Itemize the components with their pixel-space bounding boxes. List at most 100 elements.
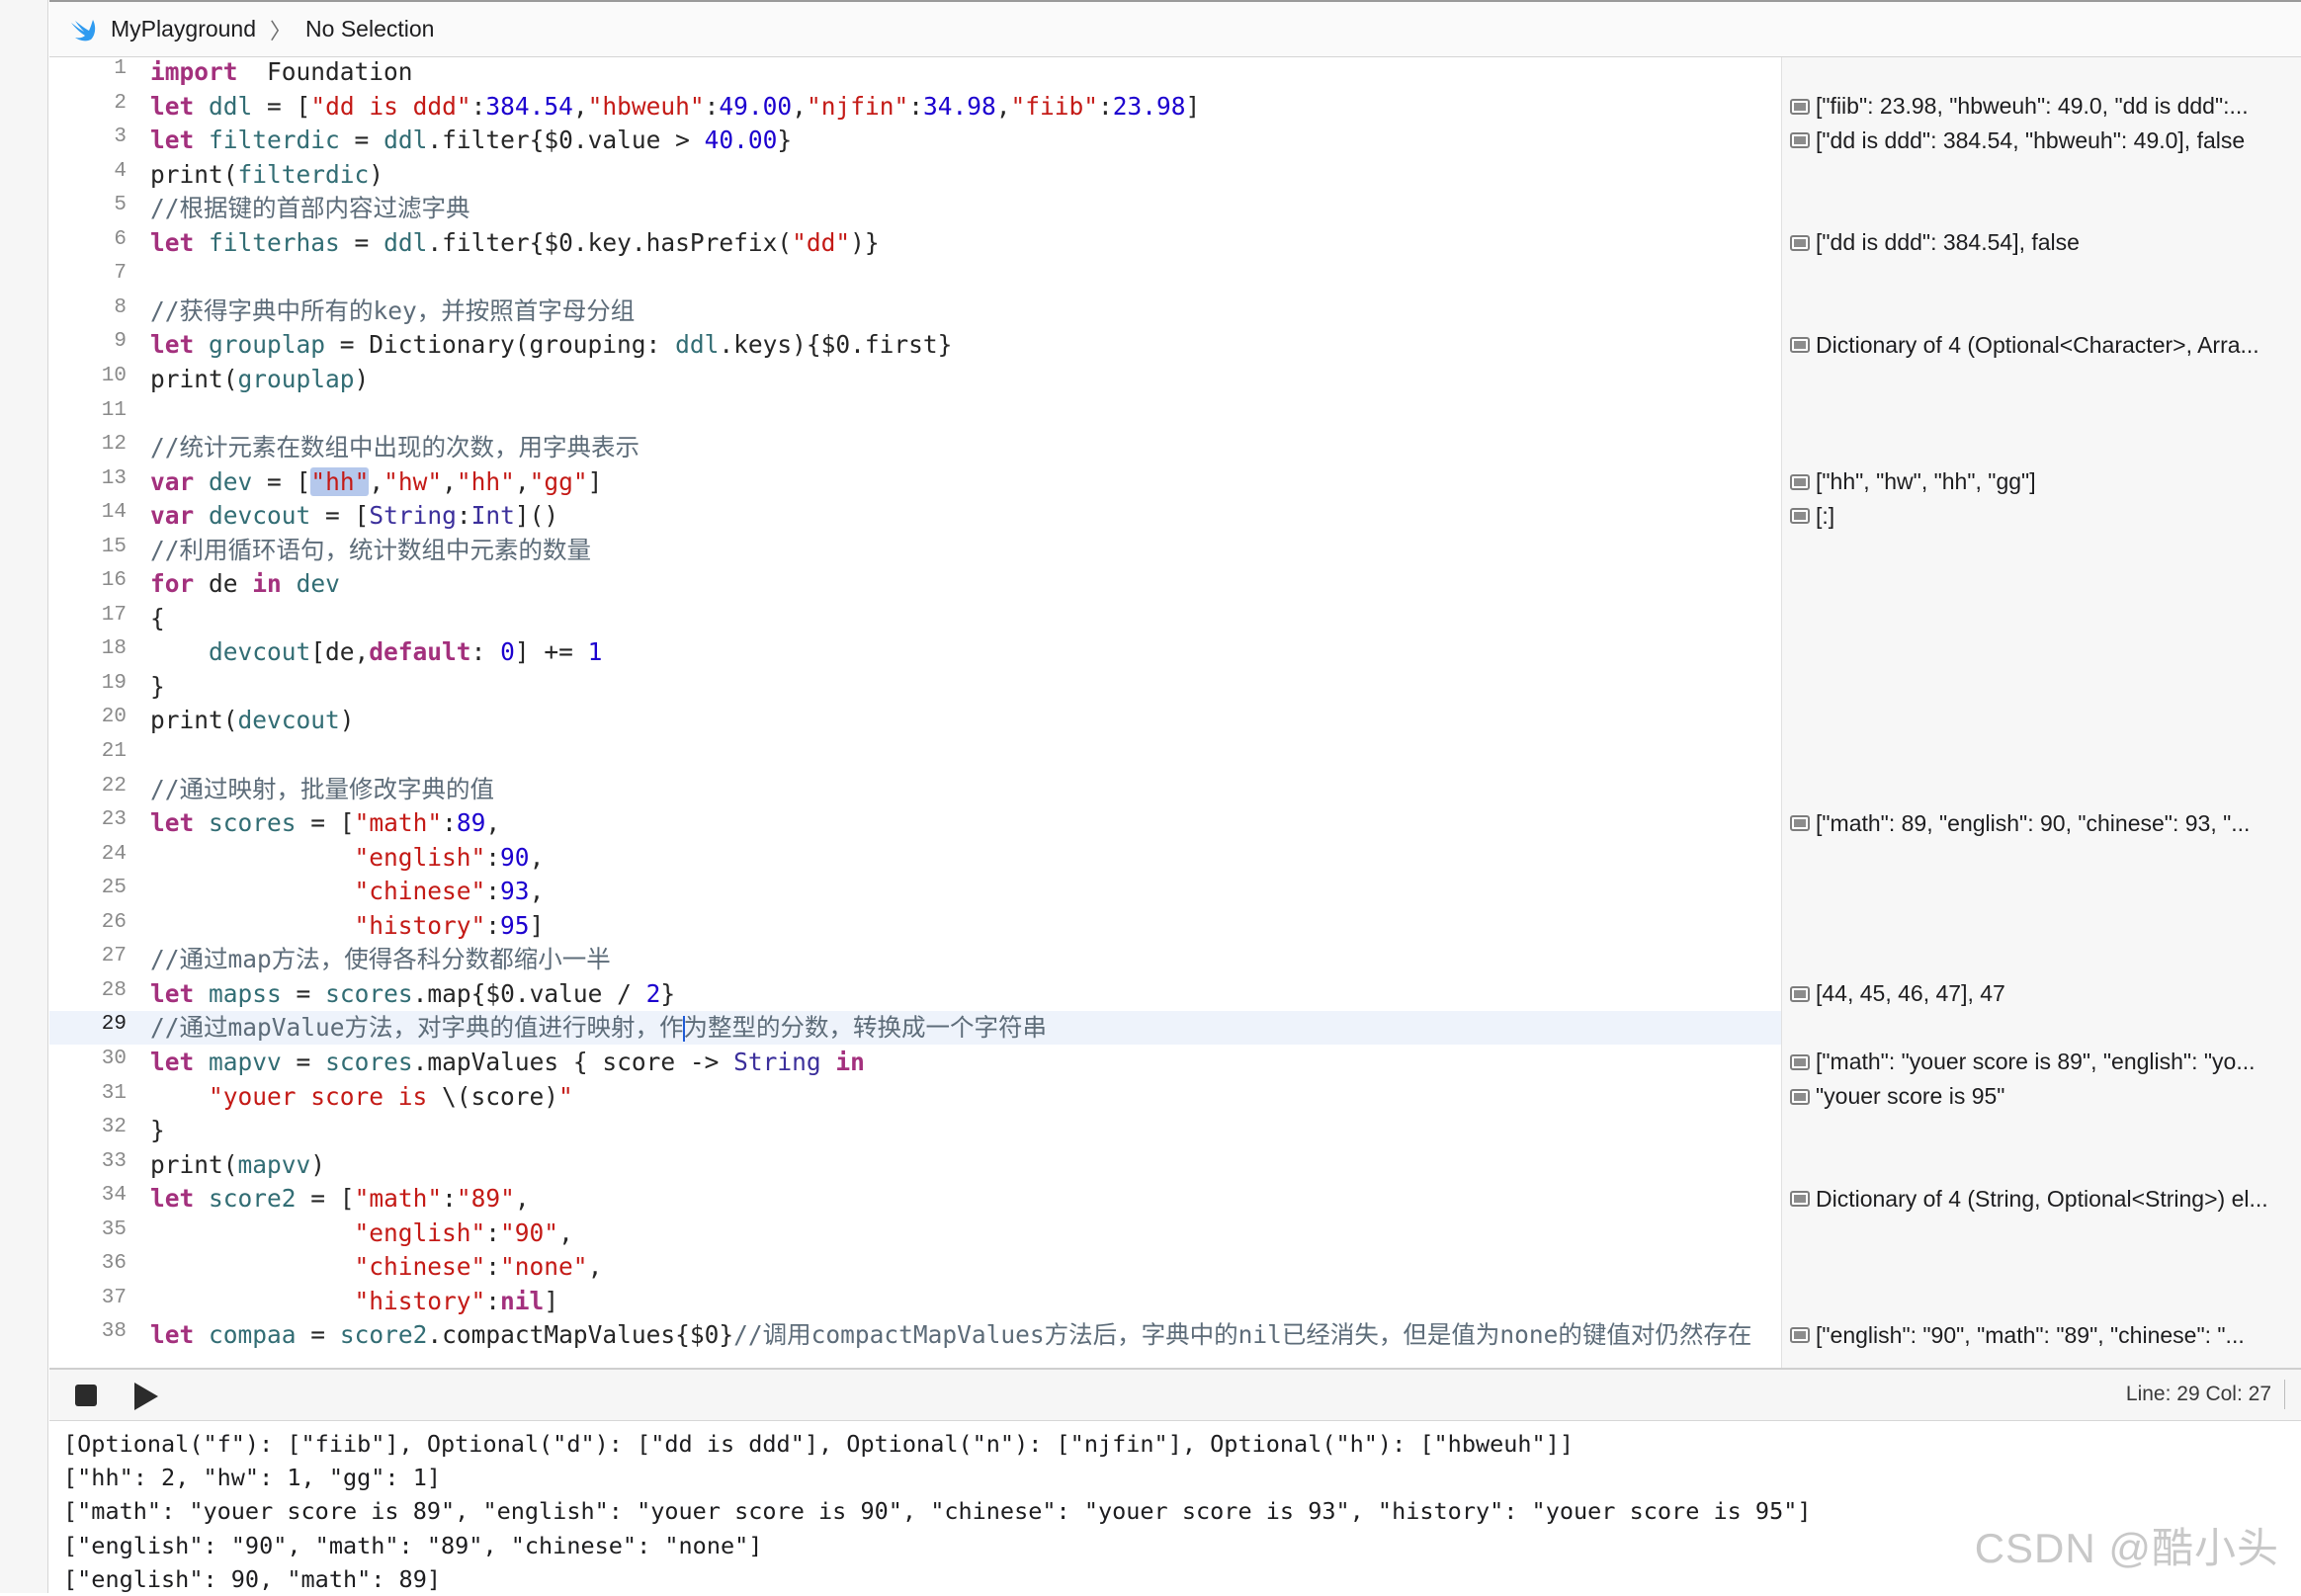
result-item[interactable]: [44, 45, 46, 47], 47 bbox=[1790, 977, 2301, 1011]
code-line[interactable]: 21 bbox=[49, 738, 1781, 772]
selection-crumb[interactable]: No Selection bbox=[305, 16, 434, 42]
code-text[interactable]: print(filterdic) bbox=[150, 158, 384, 192]
code-text[interactable]: "chinese":93, bbox=[150, 875, 545, 908]
code-text[interactable]: for de in dev bbox=[150, 567, 340, 601]
code-text[interactable]: "english":90, bbox=[150, 841, 545, 875]
result-item[interactable]: Dictionary of 4 (Optional<Character>, Ar… bbox=[1790, 328, 2301, 362]
code-text[interactable]: //根据键的首部内容过滤字典 bbox=[150, 192, 470, 225]
stop-button[interactable] bbox=[75, 1385, 97, 1406]
code-text[interactable]: let ddl = ["dd is ddd":384.54,"hbweuh":4… bbox=[150, 90, 1200, 124]
code-text[interactable]: "history":nil] bbox=[150, 1285, 559, 1318]
code-text[interactable]: let mapvv = scores.mapValues { score -> … bbox=[150, 1046, 865, 1079]
code-text[interactable]: let scores = ["math":89, bbox=[150, 806, 500, 840]
code-text[interactable]: //通过map方法，使得各科分数都缩小一半 bbox=[150, 943, 611, 976]
code-line[interactable]: 32} bbox=[49, 1114, 1781, 1147]
code-line[interactable]: 16 for de in dev bbox=[49, 567, 1781, 601]
code-line[interactable]: 25 "chinese":93, bbox=[49, 875, 1781, 908]
code-line[interactable]: 35 "english":"90", bbox=[49, 1217, 1781, 1250]
code-line[interactable]: 38 let compaa = score2.compactMapValues{$… bbox=[49, 1318, 1781, 1352]
quick-look-icon[interactable] bbox=[1790, 1327, 1810, 1344]
code-line[interactable]: 19} bbox=[49, 670, 1781, 704]
code-line[interactable]: 13 var dev = ["hh","hw","hh","gg"] bbox=[49, 465, 1781, 499]
code-text[interactable]: print(mapvv) bbox=[150, 1148, 325, 1182]
code-text[interactable]: print(devcout) bbox=[150, 704, 355, 737]
code-line[interactable]: 5 //根据键的首部内容过滤字典 bbox=[49, 192, 1781, 225]
code-text[interactable]: devcout[de,default: 0] += 1 bbox=[150, 635, 602, 669]
quick-look-icon[interactable] bbox=[1790, 473, 1810, 490]
code-text[interactable]: let filterdic = ddl.filter{$0.value > 40… bbox=[150, 124, 792, 157]
quick-look-icon[interactable] bbox=[1790, 1088, 1810, 1105]
code-line[interactable]: 28 let mapss = scores.map{$0.value / 2} bbox=[49, 977, 1781, 1011]
code-text[interactable]: let score2 = ["math":"89", bbox=[150, 1182, 530, 1216]
run-button[interactable] bbox=[134, 1383, 158, 1410]
code-line[interactable]: 10 print(grouplap) bbox=[49, 363, 1781, 396]
result-item[interactable]: ["fiib": 23.98, "hbweuh": 49.0, "dd is d… bbox=[1790, 90, 2301, 124]
code-line[interactable]: 18 devcout[de,default: 0] += 1 bbox=[49, 635, 1781, 669]
code-text[interactable]: { bbox=[150, 602, 165, 635]
code-text[interactable]: "chinese":"none", bbox=[150, 1250, 603, 1284]
result-item[interactable]: ["dd is ddd": 384.54, "hbweuh": 49.0], f… bbox=[1790, 124, 2301, 157]
code-text[interactable]: import Foundation bbox=[150, 57, 413, 89]
result-item[interactable]: ["hh", "hw", "hh", "gg"] bbox=[1790, 465, 2301, 499]
code-line[interactable]: 33 print(mapvv) bbox=[49, 1148, 1781, 1182]
code-line[interactable]: 12 //统计元素在数组中出现的次数，用字典表示 bbox=[49, 431, 1781, 464]
code-text[interactable]: //通过mapValue方法，对字典的值进行映射，作为整型的分数，转换成一个字符… bbox=[150, 1011, 1047, 1045]
code-line[interactable]: 7 bbox=[49, 260, 1781, 294]
code-line[interactable]: 11 bbox=[49, 397, 1781, 431]
project-crumb[interactable]: MyPlayground bbox=[111, 16, 256, 42]
code-line[interactable]: 2 let ddl = ["dd is ddd":384.54,"hbweuh":… bbox=[49, 90, 1781, 124]
code-text[interactable]: //统计元素在数组中出现的次数，用字典表示 bbox=[150, 431, 639, 464]
result-item[interactable]: [:] bbox=[1790, 499, 2301, 533]
code-text[interactable]: let compaa = score2.compactMapValues{$0}… bbox=[150, 1318, 1751, 1352]
code-line[interactable]: 36 "chinese":"none", bbox=[49, 1250, 1781, 1284]
code-text[interactable]: //利用循环语句，统计数组中元素的数量 bbox=[150, 534, 591, 567]
code-line[interactable]: 1 import Foundation bbox=[49, 57, 1781, 89]
code-line[interactable]: 24 "english":90, bbox=[49, 841, 1781, 875]
code-text[interactable]: } bbox=[150, 1114, 165, 1147]
code-area[interactable]: 1 import Foundation 2 let ddl = ["dd is ddd… bbox=[49, 57, 1781, 1368]
code-text[interactable]: print(grouplap) bbox=[150, 363, 369, 396]
code-line[interactable]: 31 "youer score is \(score)" bbox=[49, 1080, 1781, 1114]
code-text[interactable]: var dev = ["hh","hw","hh","gg"] bbox=[150, 465, 602, 499]
code-text[interactable]: var devcout = [String:Int]() bbox=[150, 499, 558, 533]
code-text[interactable]: //通过映射，批量修改字典的值 bbox=[150, 773, 494, 806]
code-line[interactable]: 20 print(devcout) bbox=[49, 704, 1781, 737]
code-text[interactable]: //获得字典中所有的key，并按照首字母分组 bbox=[150, 294, 635, 328]
code-text[interactable]: let mapss = scores.map{$0.value / 2} bbox=[150, 977, 675, 1011]
code-line[interactable]: 23 let scores = ["math":89, bbox=[49, 806, 1781, 840]
code-line[interactable]: 15 //利用循环语句，统计数组中元素的数量 bbox=[49, 534, 1781, 567]
code-line[interactable]: 17 { bbox=[49, 602, 1781, 635]
code-line[interactable]: 6 let filterhas = ddl.filter{$0.key.hasPr… bbox=[49, 226, 1781, 260]
code-line[interactable]: 9 let grouplap = Dictionary(grouping: ddl… bbox=[49, 328, 1781, 362]
quick-look-icon[interactable] bbox=[1790, 815, 1810, 832]
code-line[interactable]: 37 "history":nil] bbox=[49, 1285, 1781, 1318]
console-output[interactable]: [Optional("f"): ["fiib"], Optional("d"):… bbox=[49, 1421, 2301, 1593]
code-editor[interactable]: 1 import Foundation 2 let ddl = ["dd is ddd… bbox=[49, 57, 2301, 1368]
quick-look-icon[interactable] bbox=[1790, 132, 1810, 149]
code-line[interactable]: 4 print(filterdic) bbox=[49, 158, 1781, 192]
quick-look-icon[interactable] bbox=[1790, 234, 1810, 251]
quick-look-icon[interactable] bbox=[1790, 985, 1810, 1002]
code-line[interactable]: 34 let score2 = ["math":"89", bbox=[49, 1182, 1781, 1216]
code-text[interactable]: let filterhas = ddl.filter{$0.key.hasPre… bbox=[150, 226, 880, 260]
quick-look-icon[interactable] bbox=[1790, 337, 1810, 354]
code-line[interactable]: 27 //通过map方法，使得各科分数都缩小一半 bbox=[49, 943, 1781, 976]
code-text[interactable]: "youer score is \(score)" bbox=[150, 1080, 573, 1114]
code-line[interactable]: 14 var devcout = [String:Int]() bbox=[49, 499, 1781, 533]
code-text[interactable]: let grouplap = Dictionary(grouping: ddl.… bbox=[150, 328, 952, 362]
code-line[interactable]: 8 //获得字典中所有的key，并按照首字母分组 bbox=[49, 294, 1781, 328]
code-line[interactable]: 30 let mapvv = scores.mapValues { score -… bbox=[49, 1046, 1781, 1079]
result-item[interactable]: ["math": 89, "english": 90, "chinese": 9… bbox=[1790, 806, 2301, 840]
code-line[interactable]: 22 //通过映射，批量修改字典的值 bbox=[49, 773, 1781, 806]
quick-look-icon[interactable] bbox=[1790, 508, 1810, 525]
code-line[interactable]: 29 //通过mapValue方法，对字典的值进行映射，作为整型的分数，转换成一个… bbox=[49, 1011, 1781, 1046]
code-text[interactable]: } bbox=[150, 670, 165, 704]
result-item[interactable]: ["english": "90", "math": "89", "chinese… bbox=[1790, 1318, 2301, 1352]
result-item[interactable]: Dictionary of 4 (String, Optional<String… bbox=[1790, 1182, 2301, 1216]
result-item[interactable]: "youer score is 95" bbox=[1790, 1080, 2301, 1114]
result-item[interactable]: ["dd is ddd": 384.54], false bbox=[1790, 226, 2301, 260]
result-item[interactable]: ["math": "youer score is 89", "english":… bbox=[1790, 1046, 2301, 1079]
quick-look-icon[interactable] bbox=[1790, 1053, 1810, 1070]
code-text[interactable]: "english":"90", bbox=[150, 1217, 573, 1250]
code-line[interactable]: 26 "history":95] bbox=[49, 909, 1781, 943]
